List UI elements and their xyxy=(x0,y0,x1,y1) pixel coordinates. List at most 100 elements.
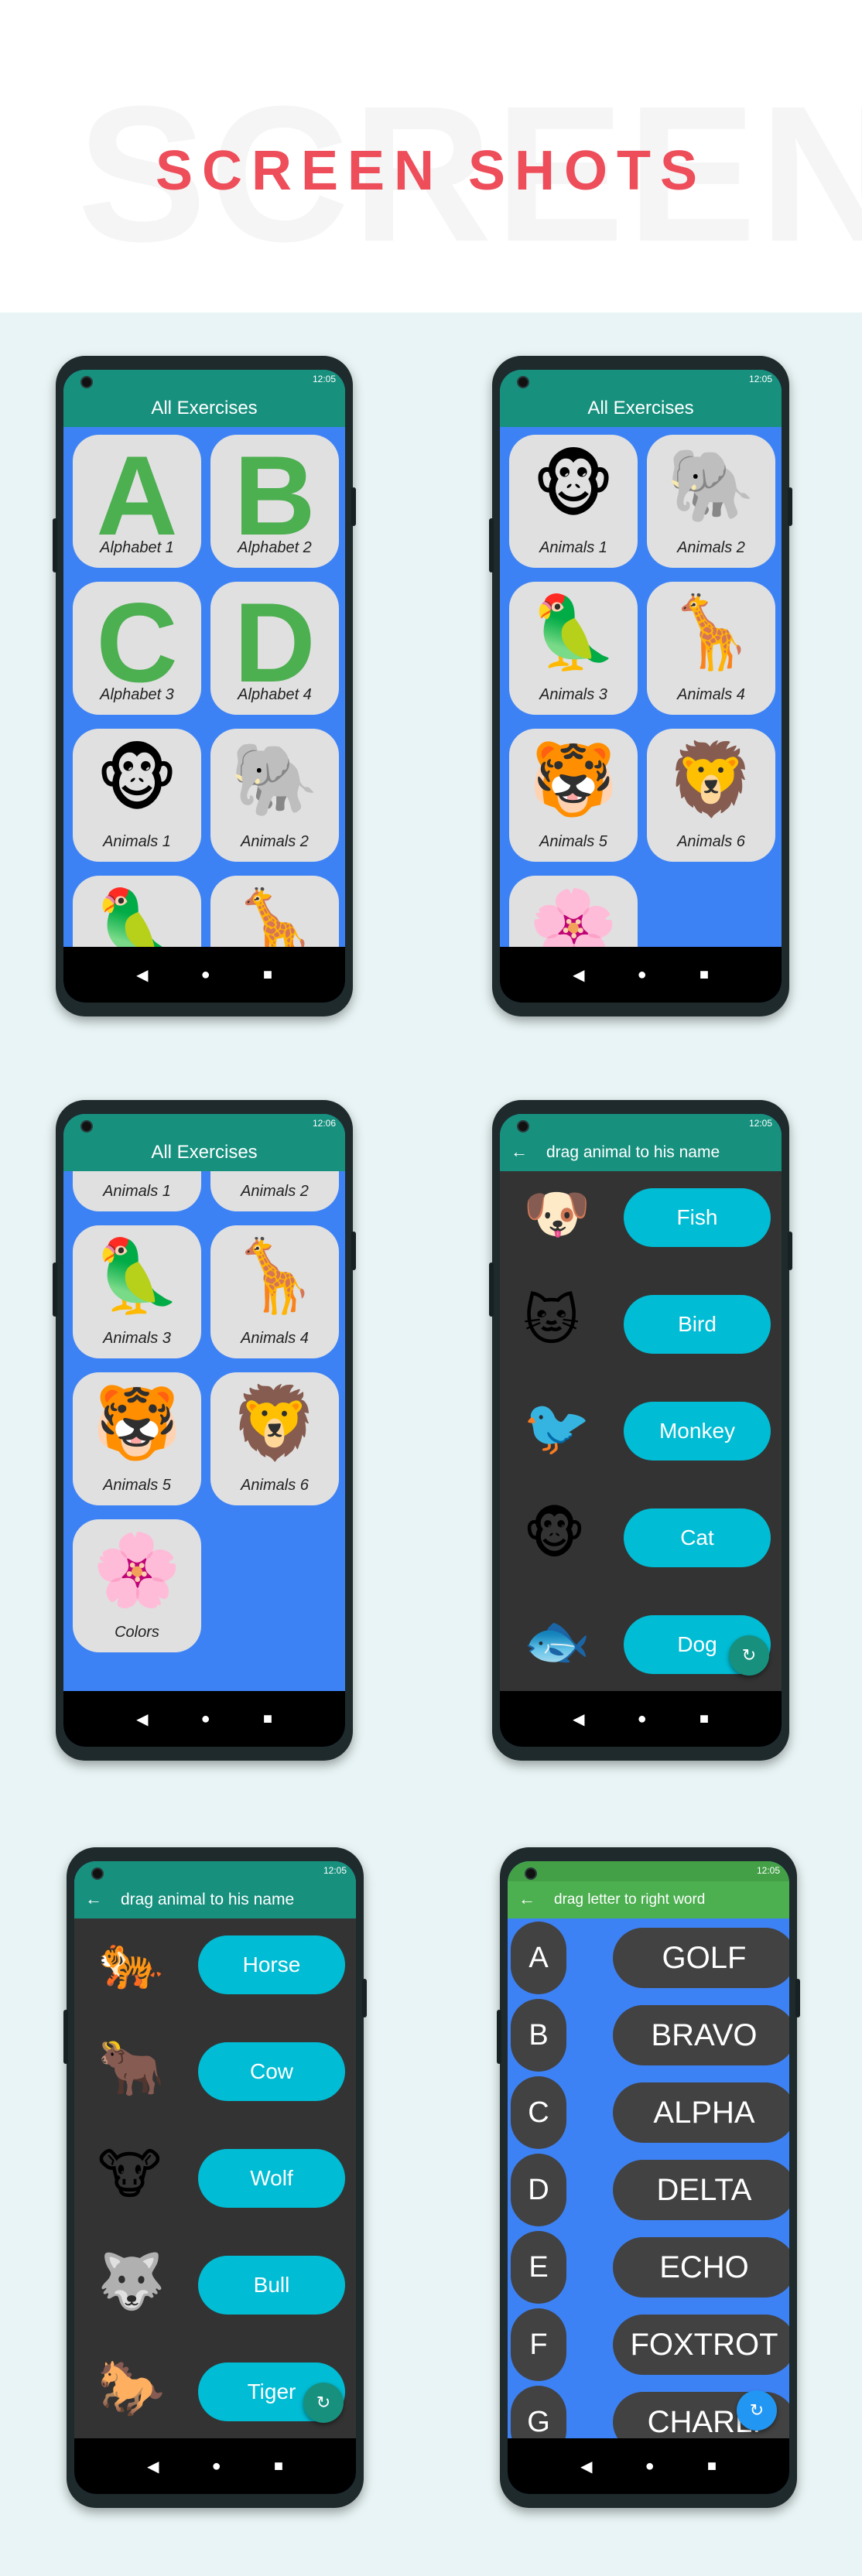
match-area: A GOLF B BRAVO C ALPHA D DELTA E ECHO F … xyxy=(508,1918,789,2438)
status-time: 12:05 xyxy=(312,374,336,384)
card-colors[interactable]: 🌸 xyxy=(509,876,638,947)
card-alphabet-4[interactable]: D Alphabet 4 xyxy=(210,582,339,715)
card-animals-1[interactable]: Animals 1 xyxy=(73,1171,201,1211)
app-bar-title: All Exercises xyxy=(151,1142,258,1163)
elephant-icon: 🐘 xyxy=(230,740,320,819)
parrot-icon: 🦜 xyxy=(528,593,618,672)
card-alphabet-3[interactable]: C Alphabet 3 xyxy=(73,582,201,715)
wolf-icon[interactable]: 🐺 xyxy=(97,2254,165,2308)
nav-back-icon[interactable]: ◀ xyxy=(136,965,148,985)
word-target-bravo[interactable]: BRAVO xyxy=(613,2005,789,2065)
nav-back-icon[interactable]: ◀ xyxy=(580,2457,592,2476)
word-target-echo[interactable]: ECHO xyxy=(613,2237,789,2298)
card-animals-6[interactable]: 🦁 Animals 6 xyxy=(210,1372,339,1505)
power-button xyxy=(362,1979,367,2017)
card-animals-1[interactable]: 🐵 Animals 1 xyxy=(509,435,638,568)
nav-back-icon[interactable]: ◀ xyxy=(147,2457,159,2476)
letter-chip-b[interactable]: B xyxy=(511,1999,566,2072)
giraffe-icon: 🦒 xyxy=(230,1237,320,1316)
card-animals-2[interactable]: 🐘 Animals 2 xyxy=(210,729,339,862)
nav-recent-icon[interactable]: ■ xyxy=(274,2458,283,2475)
card-animals-3[interactable]: 🦜 Animals 3 xyxy=(73,1225,201,1358)
word-target-delta[interactable]: DELTA xyxy=(613,2160,789,2220)
card-animals-3[interactable]: 🦜 Animals 3 xyxy=(509,582,638,715)
card-animals-6[interactable]: 🦁 Animals 6 xyxy=(647,729,775,862)
nav-home-icon[interactable]: ● xyxy=(201,1710,210,1728)
card-animals-3[interactable]: 🦜 xyxy=(73,876,201,947)
name-target-bird[interactable]: Bird xyxy=(624,1295,771,1354)
nav-recent-icon[interactable]: ■ xyxy=(707,2458,717,2475)
power-button xyxy=(795,1979,800,2017)
nav-home-icon[interactable]: ● xyxy=(638,966,647,984)
match-area: 🐶 Fish 🐱 Bird 🐦 Monkey 🐵 Cat 🐟 Dog ↻ xyxy=(500,1171,782,1691)
card-label: Animals 6 xyxy=(677,833,745,850)
status-bar: 12:06 xyxy=(63,1114,345,1134)
monkey-icon[interactable]: 🐵 xyxy=(523,1507,586,1561)
word-target-golf[interactable]: GOLF xyxy=(613,1928,789,1988)
word-target-alpha[interactable]: ALPHA xyxy=(613,2082,789,2143)
nav-home-icon[interactable]: ● xyxy=(212,2458,221,2475)
bull-icon[interactable]: 🐂 xyxy=(97,2041,165,2095)
nav-home-icon[interactable]: ● xyxy=(638,1710,647,1728)
refresh-button[interactable]: ↻ xyxy=(737,2390,777,2431)
card-colors[interactable]: 🌸 Colors xyxy=(73,1519,201,1652)
back-arrow-icon[interactable]: ← xyxy=(85,1889,102,1909)
card-animals-1[interactable]: 🐵 Animals 1 xyxy=(73,729,201,862)
card-label: Animals 1 xyxy=(103,833,171,850)
camera-icon xyxy=(517,1120,529,1133)
letter-chip-c[interactable]: C xyxy=(511,2076,566,2149)
app-bar-title: drag letter to right word xyxy=(554,1891,706,1908)
letter-chip-d[interactable]: D xyxy=(511,2154,566,2226)
camera-icon xyxy=(525,1867,537,1880)
name-target-bull[interactable]: Bull xyxy=(198,2256,345,2315)
name-target-wolf[interactable]: Wolf xyxy=(198,2149,345,2208)
nav-recent-icon[interactable]: ■ xyxy=(263,966,272,984)
nav-back-icon[interactable]: ◀ xyxy=(136,1710,148,1729)
tiger-icon: 🐯 xyxy=(92,1384,182,1463)
refresh-button[interactable]: ↻ xyxy=(303,2383,344,2423)
fish-icon[interactable]: 🐟 xyxy=(523,1614,590,1668)
letter-chip-f[interactable]: F xyxy=(511,2308,566,2381)
cat-icon[interactable]: 🐱 xyxy=(523,1293,580,1348)
horse-icon[interactable]: 🐎 xyxy=(97,2361,165,2415)
word-target-foxtrot[interactable]: FOXTROT xyxy=(613,2315,789,2375)
app-bar: All Exercises xyxy=(63,390,345,427)
nav-home-icon[interactable]: ● xyxy=(645,2458,655,2475)
name-target-monkey[interactable]: Monkey xyxy=(624,1402,771,1461)
app-bar: ← drag letter to right word xyxy=(508,1881,789,1918)
card-animals-2[interactable]: Animals 2 xyxy=(210,1171,339,1211)
nav-back-icon[interactable]: ◀ xyxy=(573,1710,584,1729)
letter-chip-e[interactable]: E xyxy=(511,2231,566,2304)
nav-home-icon[interactable]: ● xyxy=(201,966,210,984)
nav-recent-icon[interactable]: ■ xyxy=(263,1710,272,1728)
card-animals-5[interactable]: 🐯 Animals 5 xyxy=(509,729,638,862)
refresh-button[interactable]: ↻ xyxy=(729,1635,769,1676)
name-target-cat[interactable]: Cat xyxy=(624,1508,771,1567)
power-button xyxy=(351,487,356,526)
giraffe-icon: 🦒 xyxy=(666,593,756,672)
bird-icon[interactable]: 🐦 xyxy=(523,1400,590,1454)
nav-back-icon[interactable]: ◀ xyxy=(573,965,584,985)
card-alphabet-1[interactable]: A Alphabet 1 xyxy=(73,435,201,568)
card-animals-4[interactable]: 🦒 Animals 4 xyxy=(647,582,775,715)
nav-recent-icon[interactable]: ■ xyxy=(700,1710,709,1728)
exercise-grid: Animals 1 Animals 2 🦜 Animals 3 🦒 Animal… xyxy=(63,1171,345,1691)
card-animals-5[interactable]: 🐯 Animals 5 xyxy=(73,1372,201,1505)
cow-icon[interactable]: 🐮 xyxy=(97,2147,162,2202)
card-animals-4[interactable]: 🦒 xyxy=(210,876,339,947)
name-target-cow[interactable]: Cow xyxy=(198,2042,345,2101)
dog-icon[interactable]: 🐶 xyxy=(523,1187,590,1241)
nav-recent-icon[interactable]: ■ xyxy=(700,966,709,984)
phone-all-exercises-2: 12:05 All Exercises 🐵 Animals 1 🐘 Animal… xyxy=(489,356,792,1016)
name-target-horse[interactable]: Horse xyxy=(198,1935,345,1994)
letter-chip-g[interactable]: G xyxy=(511,2386,566,2438)
tiger-icon[interactable]: 🐅 xyxy=(97,1934,165,1988)
name-target-fish[interactable]: Fish xyxy=(624,1188,771,1247)
card-animals-2[interactable]: 🐘 Animals 2 xyxy=(647,435,775,568)
back-arrow-icon[interactable]: ← xyxy=(518,1889,535,1909)
letter-chip-a[interactable]: A xyxy=(511,1922,566,1994)
phone-drag-letter: 12:05 ← drag letter to right word A GOLF… xyxy=(497,1847,800,2508)
card-animals-4[interactable]: 🦒 Animals 4 xyxy=(210,1225,339,1358)
card-alphabet-2[interactable]: B Alphabet 2 xyxy=(210,435,339,568)
back-arrow-icon[interactable]: ← xyxy=(511,1142,528,1162)
